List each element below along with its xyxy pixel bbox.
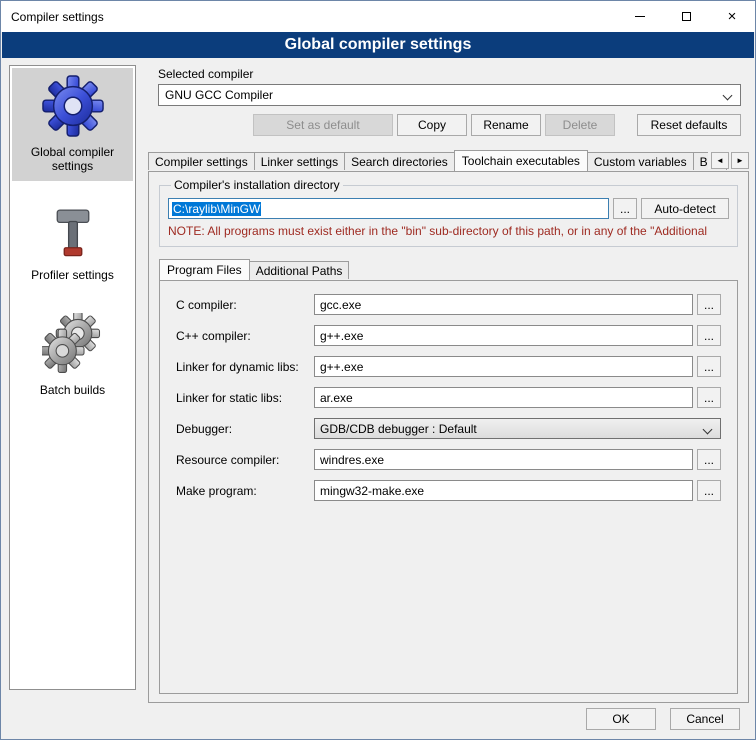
toolchain-executables-panel: Compiler's installation directory C:\ray…: [148, 171, 749, 703]
tab-scroll-buttons: ◄ ►: [708, 152, 749, 169]
set-as-default-button[interactable]: Set as default: [253, 114, 393, 136]
dialog-footer: OK Cancel: [586, 708, 740, 730]
tab-custom-variables[interactable]: Custom variables: [587, 152, 694, 170]
autodetect-button[interactable]: Auto-detect: [641, 198, 729, 219]
caption-buttons: ×: [617, 1, 755, 32]
maximize-icon: [682, 12, 691, 21]
selected-compiler-combobox[interactable]: GNU GCC Compiler: [158, 84, 741, 106]
selected-compiler-label: Selected compiler: [158, 67, 253, 81]
static-linker-label: Linker for static libs:: [176, 391, 314, 405]
settings-tabstrip: Compiler settings Linker settings Search…: [148, 150, 749, 171]
tab-linker-settings[interactable]: Linker settings: [254, 152, 345, 170]
copy-button[interactable]: Copy: [397, 114, 467, 136]
compiler-actions: Set as default Copy Rename Delete Reset …: [158, 114, 741, 136]
browse-button[interactable]: ...: [697, 294, 721, 315]
make-program-label: Make program:: [176, 484, 314, 498]
compiler-settings-window: Compiler settings × Global compiler sett…: [0, 0, 756, 740]
resource-compiler-input[interactable]: windres.exe: [314, 449, 693, 470]
cpp-compiler-label: C++ compiler:: [176, 329, 314, 343]
program-subtabs: Program Files Additional Paths: [159, 259, 738, 280]
close-button[interactable]: ×: [709, 1, 755, 32]
maximize-button[interactable]: [663, 1, 709, 32]
cpp-compiler-row: C++ compiler: g++.exe ...: [176, 325, 721, 346]
browse-button[interactable]: ...: [697, 480, 721, 501]
profiler-tool-icon: [45, 204, 101, 260]
installation-directory-input[interactable]: C:\raylib\MinGW: [168, 198, 609, 219]
debugger-label: Debugger:: [176, 422, 314, 436]
tab-search-directories[interactable]: Search directories: [344, 152, 455, 170]
tab-scroll-right-icon[interactable]: ►: [731, 152, 749, 169]
resource-compiler-label: Resource compiler:: [176, 453, 314, 467]
browse-directory-button[interactable]: ...: [613, 198, 637, 219]
dynamic-linker-input[interactable]: g++.exe: [314, 356, 693, 377]
tab-toolchain-executables[interactable]: Toolchain executables: [454, 150, 588, 171]
settings-category-list: Global compiler settings Profiler settin…: [9, 65, 136, 690]
subtab-additional-paths[interactable]: Additional Paths: [249, 261, 350, 279]
browse-button[interactable]: ...: [697, 449, 721, 470]
ok-button[interactable]: OK: [586, 708, 656, 730]
minimize-button[interactable]: [617, 1, 663, 32]
c-compiler-label: C compiler:: [176, 298, 314, 312]
installation-directory-group: Compiler's installation directory C:\ray…: [159, 178, 738, 247]
sidebar-item-profiler-settings[interactable]: Profiler settings: [12, 197, 133, 290]
resource-compiler-row: Resource compiler: windres.exe ...: [176, 449, 721, 470]
installation-directory-value: C:\raylib\MinGW: [172, 202, 261, 216]
dynamic-linker-label: Linker for dynamic libs:: [176, 360, 314, 374]
browse-button[interactable]: ...: [697, 387, 721, 408]
sidebar-item-label: Profiler settings: [31, 268, 114, 282]
delete-button[interactable]: Delete: [545, 114, 615, 136]
chevron-down-icon: [723, 91, 733, 101]
minimize-icon: [635, 16, 645, 17]
batch-gears-icon: [42, 313, 104, 375]
cancel-button[interactable]: Cancel: [670, 708, 740, 730]
selected-compiler-value: GNU GCC Compiler: [165, 88, 273, 102]
c-compiler-row: C compiler: gcc.exe ...: [176, 294, 721, 315]
close-icon: ×: [728, 9, 737, 24]
make-program-input[interactable]: mingw32-make.exe: [314, 480, 693, 501]
debugger-value: GDB/CDB debugger : Default: [320, 422, 477, 436]
subtab-program-files[interactable]: Program Files: [159, 259, 250, 280]
debugger-combobox[interactable]: GDB/CDB debugger : Default: [314, 418, 721, 439]
gear-icon: [42, 75, 104, 137]
installation-directory-row: C:\raylib\MinGW ... Auto-detect: [168, 198, 729, 219]
chevron-down-icon: [703, 425, 713, 435]
sidebar-item-label: Global compiler settings: [14, 145, 131, 173]
reset-defaults-button[interactable]: Reset defaults: [637, 114, 741, 136]
cpp-compiler-input[interactable]: g++.exe: [314, 325, 693, 346]
window-title: Compiler settings: [1, 10, 104, 24]
sidebar-item-global-compiler-settings[interactable]: Global compiler settings: [12, 68, 133, 181]
make-program-row: Make program: mingw32-make.exe ...: [176, 480, 721, 501]
dynamic-linker-row: Linker for dynamic libs: g++.exe ...: [176, 356, 721, 377]
rename-button[interactable]: Rename: [471, 114, 541, 136]
dialog-header: Global compiler settings: [2, 32, 754, 58]
static-linker-row: Linker for static libs: ar.exe ...: [176, 387, 721, 408]
titlebar: Compiler settings ×: [1, 1, 755, 32]
browse-button[interactable]: ...: [697, 325, 721, 346]
sidebar-item-batch-builds[interactable]: Batch builds: [12, 306, 133, 405]
tab-compiler-settings[interactable]: Compiler settings: [148, 152, 255, 170]
program-files-panel: C compiler: gcc.exe ... C++ compiler: g+…: [159, 280, 738, 694]
debugger-row: Debugger: GDB/CDB debugger : Default: [176, 418, 721, 439]
installation-directory-group-title: Compiler's installation directory: [171, 178, 343, 192]
static-linker-input[interactable]: ar.exe: [314, 387, 693, 408]
sidebar-item-label: Batch builds: [40, 383, 105, 397]
tab-scroll-left-icon[interactable]: ◄: [711, 152, 729, 169]
browse-button[interactable]: ...: [697, 356, 721, 377]
c-compiler-input[interactable]: gcc.exe: [314, 294, 693, 315]
installation-note: NOTE: All programs must exist either in …: [168, 224, 729, 238]
